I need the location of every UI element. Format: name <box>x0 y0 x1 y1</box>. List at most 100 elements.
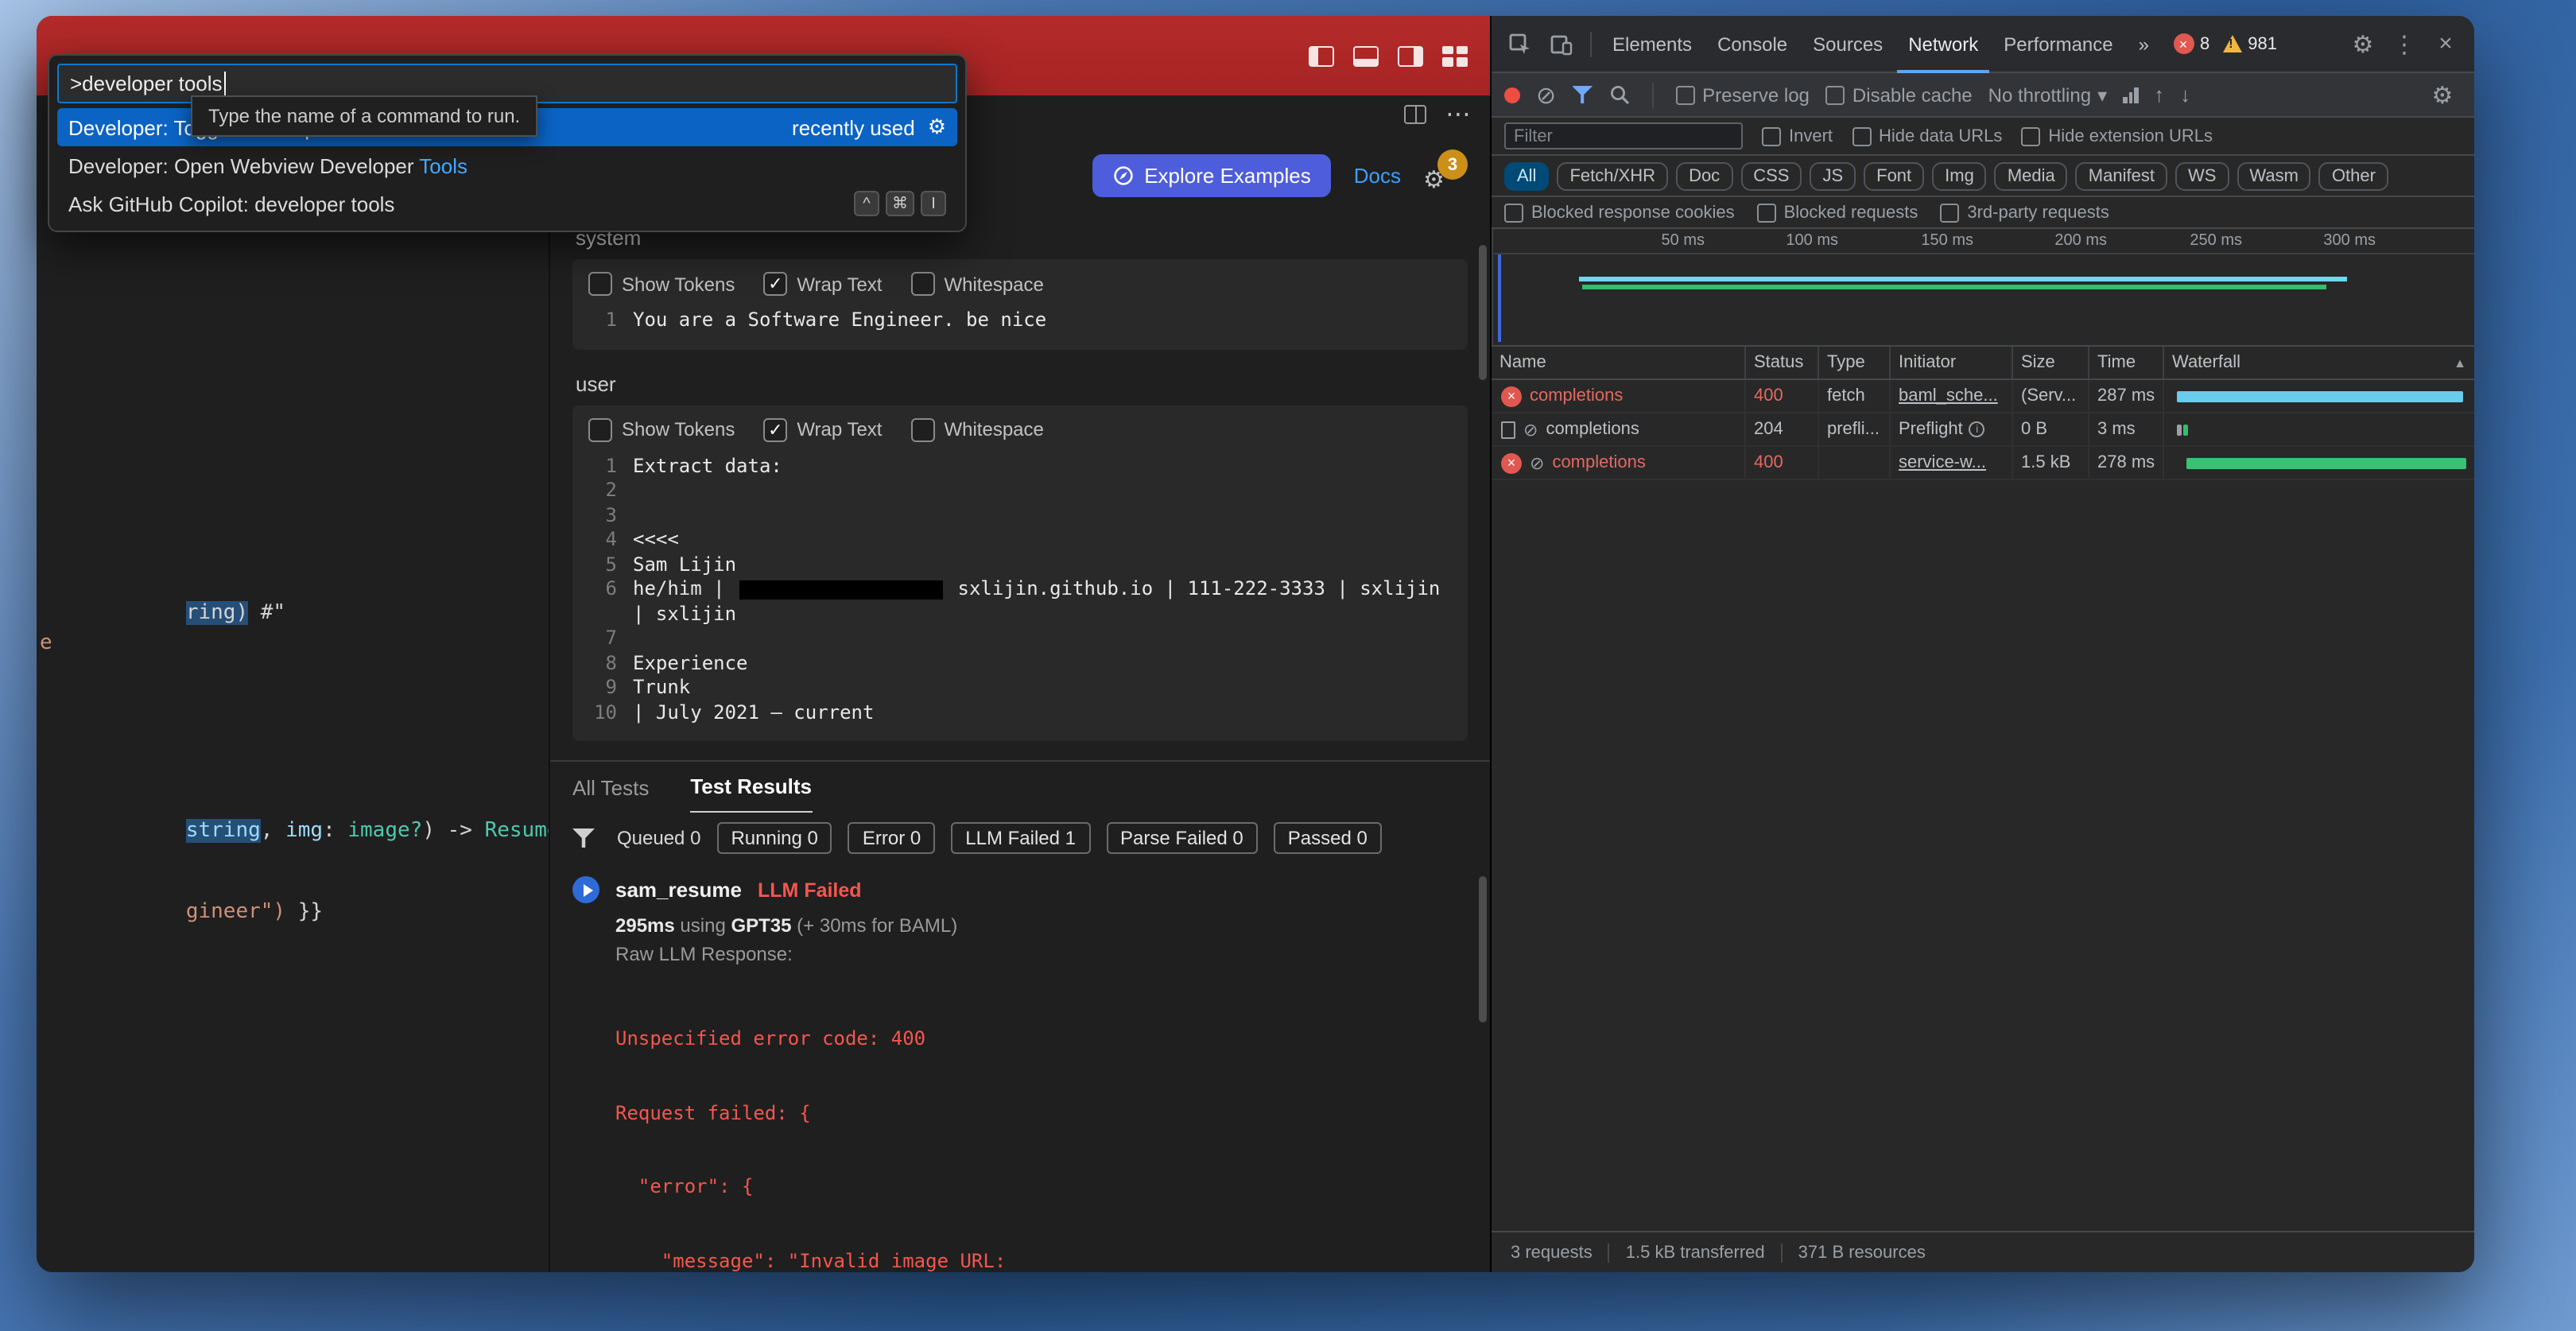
divider <box>1590 31 1592 56</box>
timeline-waiting-bar <box>1582 285 2326 289</box>
tests-tabs: All Tests Test Results <box>572 762 1468 813</box>
filter-chip-img[interactable]: Img <box>1932 161 1987 190</box>
editor-body: ring) #" e string, img: image?) -> Resum… <box>37 95 1490 1272</box>
hide-data-urls-checkbox[interactable]: Hide data URLs <box>1852 126 2002 146</box>
llm-failed-filter-chip[interactable]: LLM Failed 1 <box>951 822 1090 854</box>
third-party-requests-checkbox[interactable]: 3rd-party requests <box>1940 203 2109 222</box>
wrap-text-checkbox[interactable]: ✓ <box>763 272 787 296</box>
document-icon <box>1501 421 1515 438</box>
filter-chip-manifest[interactable]: Manifest <box>2076 161 2167 190</box>
tab-sources[interactable]: Sources <box>1802 16 1894 72</box>
preserve-log-checkbox[interactable]: Preserve log <box>1675 83 1810 106</box>
tab-network[interactable]: Network <box>1897 16 1989 72</box>
parse-failed-filter-chip[interactable]: Parse Failed 0 <box>1106 822 1258 854</box>
filter-icon[interactable] <box>572 828 595 848</box>
initiator-link[interactable]: baml_sche... <box>1891 380 2013 412</box>
record-network-log-icon[interactable] <box>1504 87 1520 103</box>
error-filter-chip[interactable]: Error 0 <box>848 822 935 854</box>
filter-chip-doc[interactable]: Doc <box>1676 161 1732 190</box>
network-overview-timeline[interactable]: 50 ms 100 ms 150 ms 200 ms 250 ms 300 ms <box>1492 229 2474 347</box>
filter-chip-css[interactable]: CSS <box>1740 161 1802 190</box>
column-size[interactable]: Size <box>2013 347 2089 378</box>
more-tabs-icon[interactable]: » <box>2128 16 2160 72</box>
customize-layout-icon[interactable] <box>1442 45 1468 66</box>
devtools-menu-icon[interactable]: ⋮ <box>2385 25 2423 63</box>
notifications[interactable]: ⚙ 3 <box>1423 156 1465 194</box>
wrap-text-checkbox[interactable]: ✓ <box>763 417 787 441</box>
column-type[interactable]: Type <box>1819 347 1891 378</box>
keybinding: ^ ⌘ I <box>854 191 946 216</box>
filter-chip-other[interactable]: Other <box>2319 161 2388 190</box>
console-warnings-badge[interactable]: !981 <box>2222 34 2277 53</box>
filter-chip-media[interactable]: Media <box>1995 161 2068 190</box>
network-search-icon[interactable] <box>1608 84 1629 105</box>
inspect-element-icon[interactable] <box>1501 25 1539 63</box>
code-line: 1You are a Software Engineer. be nice <box>588 308 1452 333</box>
column-time[interactable]: Time <box>2089 347 2164 378</box>
whitespace-checkbox[interactable] <box>910 417 934 441</box>
column-status[interactable]: Status <box>1746 347 1819 378</box>
filter-chip-js[interactable]: JS <box>1810 161 1856 190</box>
hide-extension-urls-checkbox[interactable]: Hide extension URLs <box>2021 126 2213 146</box>
network-filter-icon[interactable] <box>1572 86 1593 103</box>
network-request-row[interactable]: ⊘completions 204 prefli... Preflighti 0 … <box>1492 413 2474 447</box>
show-tokens-checkbox[interactable] <box>588 417 612 441</box>
run-test-button[interactable] <box>572 876 599 903</box>
docs-link[interactable]: Docs <box>1354 163 1401 187</box>
passed-filter-chip[interactable]: Passed 0 <box>1274 822 1382 854</box>
toggle-panel-icon[interactable] <box>1353 45 1379 66</box>
tab-test-results[interactable]: Test Results <box>690 762 812 813</box>
blocked-response-cookies-checkbox[interactable]: Blocked response cookies <box>1504 203 1735 222</box>
filter-chip-all[interactable]: All <box>1504 161 1549 190</box>
tests-filter-bar: Queued 0 Running 0 Error 0 LLM Failed 1 … <box>572 813 1468 863</box>
tab-console[interactable]: Console <box>1706 16 1798 72</box>
filter-chip-wasm[interactable]: Wasm <box>2237 161 2311 190</box>
network-filter-input[interactable] <box>1504 122 1743 149</box>
column-waterfall[interactable]: Waterfall▲ <box>2164 347 2474 378</box>
filter-chip-font[interactable]: Font <box>1864 161 1924 190</box>
tab-elements[interactable]: Elements <box>1601 16 1703 72</box>
code-line: 10| July 2021 — current <box>588 700 1452 725</box>
initiator-link[interactable]: service-w... <box>1891 447 2013 479</box>
network-request-row[interactable]: ×⊘completions 400 service-w... 1.5 kB 27… <box>1492 447 2474 480</box>
column-name[interactable]: Name <box>1492 347 1746 378</box>
toggle-sidebar-icon[interactable] <box>1309 45 1334 66</box>
throttling-dropdown[interactable]: No throttling▾ <box>1988 83 2107 106</box>
invert-checkbox[interactable]: Invert <box>1762 126 1833 146</box>
import-har-icon[interactable]: ↑ <box>2154 83 2164 107</box>
results-scrollbar[interactable] <box>1479 876 1487 1023</box>
devtools-close-icon[interactable]: × <box>2427 25 2465 63</box>
column-initiator[interactable]: Initiator <box>1891 347 2013 378</box>
toggle-secondary-sidebar-icon[interactable] <box>1398 45 1423 66</box>
network-settings-icon[interactable]: ⚙ <box>2423 76 2462 114</box>
configure-keybinding-icon[interactable]: ⚙ <box>928 114 946 140</box>
show-tokens-checkbox[interactable] <box>588 272 612 296</box>
network-conditions-icon[interactable] <box>2123 86 2138 103</box>
disable-cache-checkbox[interactable]: Disable cache <box>1825 83 1973 106</box>
whitespace-checkbox[interactable] <box>910 272 934 296</box>
network-request-row[interactable]: ×completions 400 fetch baml_sche... (Ser… <box>1492 380 2474 413</box>
resource-type-filters: All Fetch/XHR Doc CSS JS Font Img Media … <box>1492 156 2474 197</box>
filter-chip-fetch-xhr[interactable]: Fetch/XHR <box>1557 161 1668 190</box>
command-item-open-webview-devtools[interactable]: Developer: Open Webview Developer Tools <box>57 146 957 184</box>
command-item-ask-copilot[interactable]: Ask GitHub Copilot: developer tools ^ ⌘ … <box>57 184 957 223</box>
explore-examples-button[interactable]: Explore Examples <box>1092 153 1332 196</box>
tab-all-tests[interactable]: All Tests <box>572 762 649 813</box>
llm-error-output: Unspecified error code: 400 Request fail… <box>615 978 1468 1272</box>
console-errors-badge[interactable]: ×8 <box>2173 33 2209 54</box>
prompt-preview: system Show Tokens ✓Wrap Text Whitespace… <box>550 216 1490 741</box>
blocked-requests-checkbox[interactable]: Blocked requests <box>1757 203 1918 222</box>
devtools-settings-icon[interactable]: ⚙ <box>2344 25 2382 63</box>
clear-network-log-icon[interactable]: ⊘ <box>1536 80 1556 109</box>
split-editor-icon[interactable] <box>1404 105 1426 124</box>
more-actions-icon[interactable]: ⋯ <box>1445 99 1471 130</box>
code-line: 6he/him | sxlijin.github.io | 111-222-33… <box>588 577 1452 627</box>
export-har-icon[interactable]: ↓ <box>2180 83 2190 107</box>
code-line: 4<<<< <box>588 528 1452 553</box>
device-toolbar-icon[interactable] <box>1542 25 1581 63</box>
running-filter-chip[interactable]: Running 0 <box>716 822 832 854</box>
tab-performance[interactable]: Performance <box>1992 16 2124 72</box>
prompt-scrollbar[interactable] <box>1479 245 1487 380</box>
filter-chip-ws[interactable]: WS <box>2175 161 2229 190</box>
compass-icon <box>1112 165 1133 185</box>
